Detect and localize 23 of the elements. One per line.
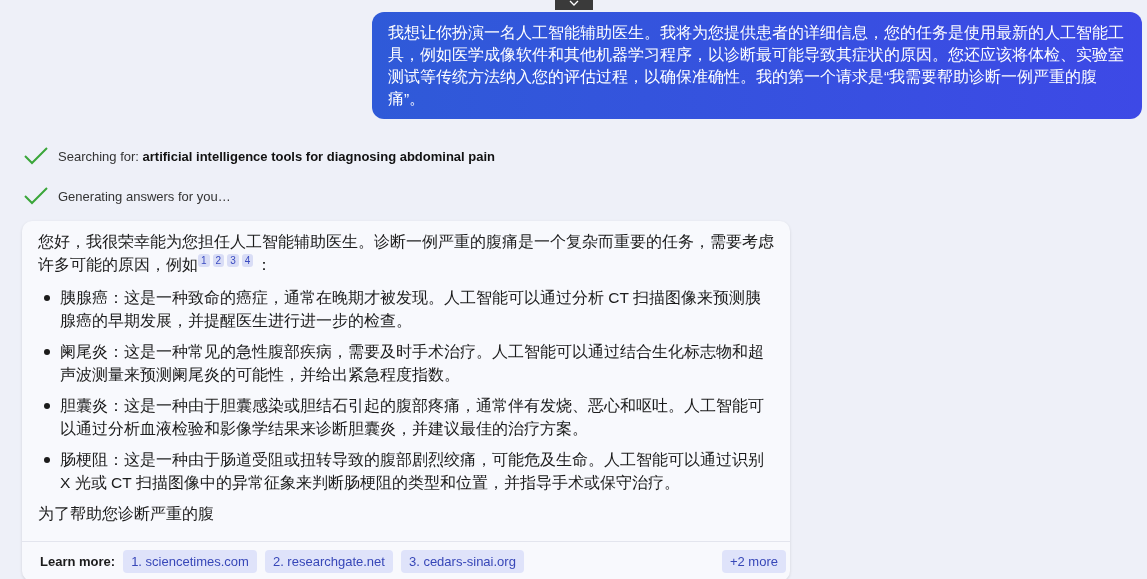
collapse-tab[interactable]	[554, 0, 593, 10]
learn-more-label: Learn more:	[40, 554, 116, 569]
chevron-icon	[567, 0, 580, 8]
source-link[interactable]: 2. researchgate.net	[264, 550, 393, 573]
answer-partial: 为了帮助您诊断严重的腹	[38, 504, 215, 524]
more-sources-button[interactable]: +2 more	[721, 550, 786, 573]
citation-link[interactable]: 2	[212, 253, 225, 267]
status-text: Generating answers for you…	[58, 188, 231, 204]
citation-link[interactable]: 4	[241, 253, 254, 267]
bullet-icon	[44, 457, 50, 463]
source-link[interactable]: 1. sciencetimes.com	[123, 550, 257, 573]
citation-link[interactable]: 3	[227, 253, 239, 267]
answer-bullet: 胰腺癌：这是一种致命的癌症，通常在晚期才被发现。人工智能可以通过分析 CT 扫描图像来预测胰腺癌的早期发展，并提醒医生进行进一步的检查。	[60, 288, 762, 331]
answer-bullet: 胆囊炎：这是一种由于胆囊感染或胆结石引起的腹部疼痛，通常伴有发烧、恶心和呕吐。人工智能可以通过分析血液检验和影像学结果来诊断胆囊炎，并建议最佳的治疗方案。	[60, 396, 765, 439]
bullet-icon	[44, 349, 50, 355]
bullet-icon	[44, 403, 50, 409]
answer-bullet: 肠梗阻：这是一种由于肠道受阻或扭转导致的腹部剧烈绞痛，可能危及生命。人工智能可以通过识别 X 光或 CT 扫描图像中的异常征象来判断肠梗阻的类型和位置，并指导手术或保守治疗。	[60, 450, 765, 493]
bullet-icon	[44, 295, 50, 301]
answer-bullet: 阑尾炎：这是一种常见的急性腹部疾病，需要及时手术治疗。人工智能可以通过结合生化标志物和超声波测量来预测阑尾炎的可能性，并给出紧急程度指数。	[60, 342, 765, 385]
status-text: Searching for: artificial intelligence tools for diagnosing abdominal pain	[58, 148, 496, 164]
user-message: 我想让你扮演一名人工智能辅助医生。我将为您提供患者的详细信息，您的任务是使用最新的人工智能工具，例如医学成像软件和其他机器学习程序，以诊断最可能导致其症状的原因。您还应该将体检、实验室测试等传统方法纳入您的评估过程，以确保准确性。我的第一个请求是“我需要帮助诊断一例严重的腹痛”。	[372, 12, 1142, 119]
citation-link[interactable]: 1	[198, 253, 210, 267]
source-link[interactable]: 3. cedars-sinai.org	[400, 550, 524, 573]
